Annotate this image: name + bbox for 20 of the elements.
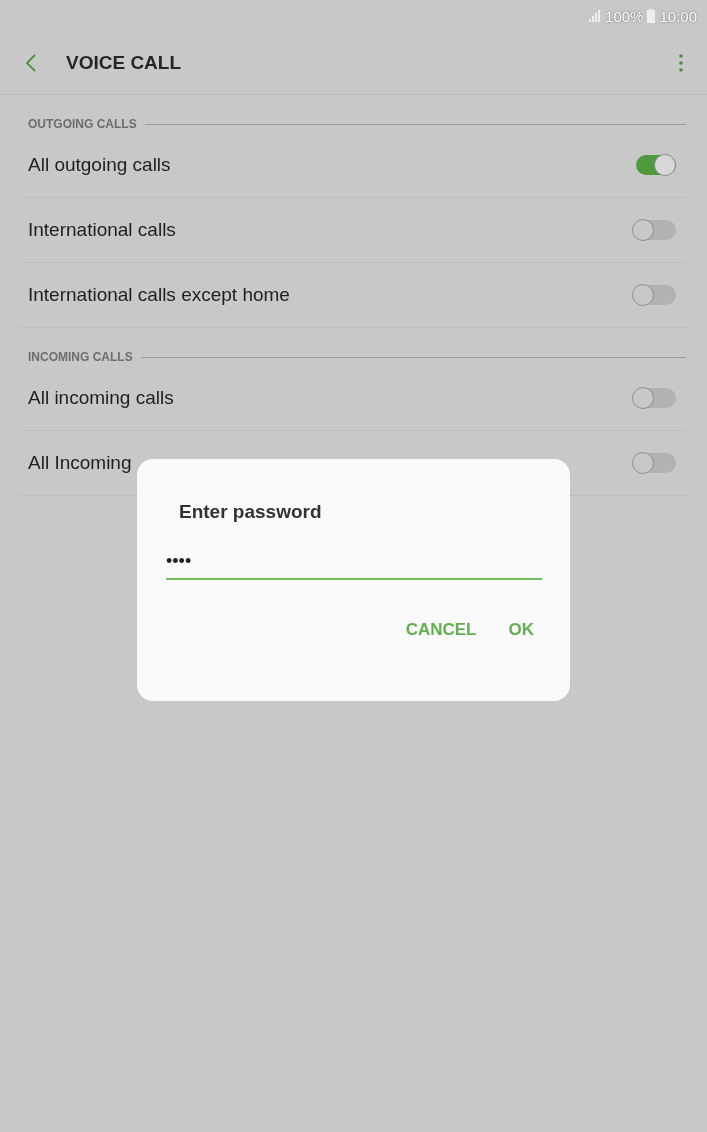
setting-label: All incoming calls [28, 387, 174, 409]
back-icon [26, 54, 36, 72]
setting-label: International calls [28, 219, 176, 241]
section-header: OUTGOING CALLS [28, 117, 137, 131]
password-field[interactable]: •••• [166, 547, 542, 580]
signal-icon [589, 10, 602, 22]
setting-label: All Incoming [28, 452, 132, 474]
toggle-switch[interactable] [632, 219, 676, 241]
toggle-switch[interactable] [632, 387, 676, 409]
screen-title: VOICE CALL [66, 52, 183, 74]
dialog-button[interactable]: CANCEL [399, 616, 483, 644]
more-icon [679, 54, 683, 72]
toggle-switch[interactable] [632, 284, 676, 306]
battery-icon [647, 9, 656, 23]
toggle-switch[interactable] [632, 452, 676, 474]
setting-label: International calls except home [28, 284, 290, 306]
setting-label: All outgoing calls [28, 154, 171, 176]
section-header: INCOMING CALLS [28, 350, 133, 364]
dialog-title: Enter password [179, 501, 323, 523]
dialog-button[interactable]: OK [502, 616, 540, 644]
